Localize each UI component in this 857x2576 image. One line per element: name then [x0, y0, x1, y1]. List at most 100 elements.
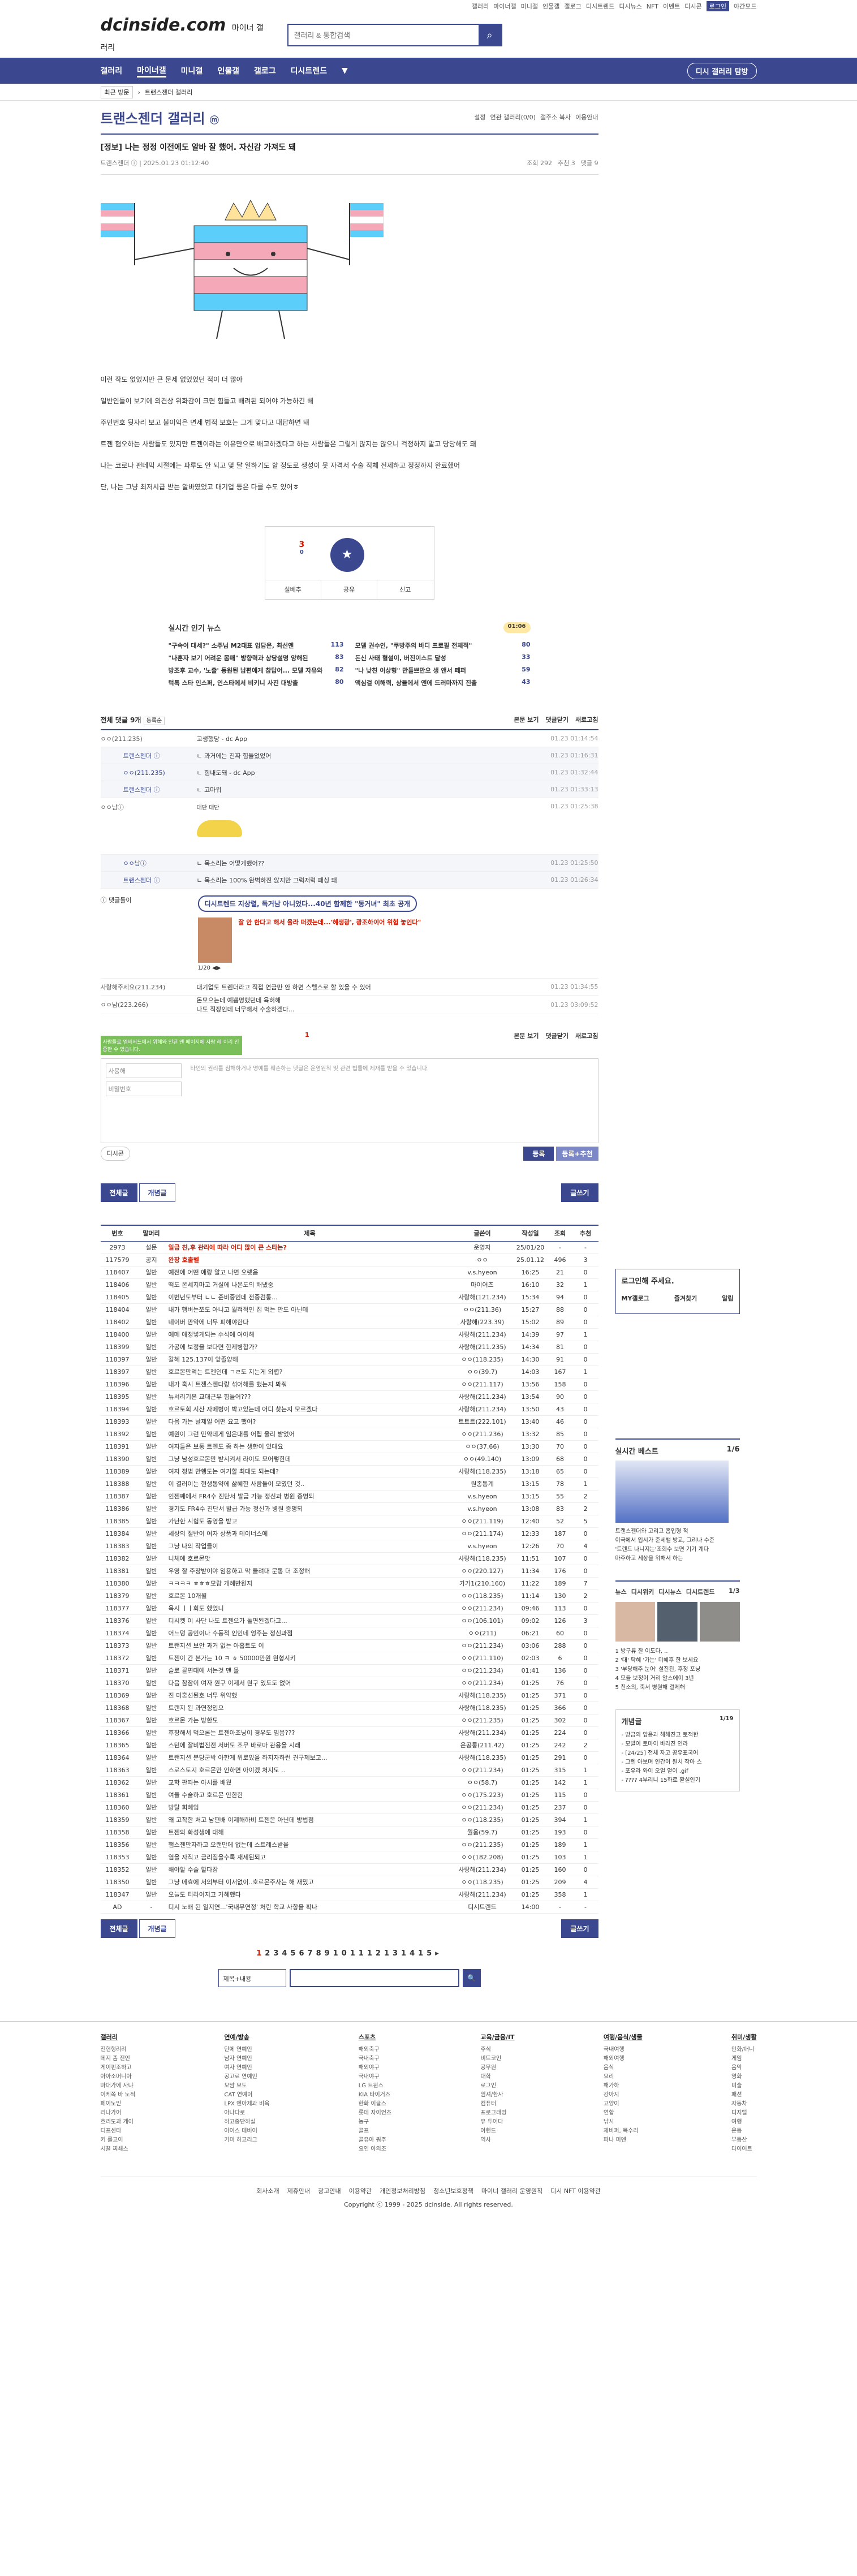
footer-link[interactable]: 비트코인: [480, 2054, 514, 2064]
best-item[interactable]: 이국에서 입시가 준세밸 방교, 그리나 수준: [615, 1536, 740, 1545]
tab-trend[interactable]: 디시트렌드: [686, 1587, 715, 1596]
post-title[interactable]: 에메 애정넣게되는 수석에 여아해: [168, 1328, 451, 1341]
refresh-link[interactable]: 새로고침: [575, 715, 598, 724]
post-comment-count[interactable]: 댓글 9: [581, 158, 598, 167]
news-item-title[interactable]: 방조후 교수, '노출' 동원된 남편에게 참답어... 모델 자유와: [169, 666, 323, 675]
table-row[interactable]: 118395 일반 뉴서리기본 교대근무 힘들어??? 사랑해(211.234) 13:…: [100, 1390, 598, 1403]
concept-pager[interactable]: 1/19: [720, 1716, 734, 1722]
page-link[interactable]: 7: [308, 1949, 316, 1958]
search-type-select[interactable]: 제목+내용: [218, 1968, 286, 1987]
post-title[interactable]: 그냥 나의 작업들이: [168, 1540, 451, 1553]
post-title[interactable]: 호르몬 10개월: [168, 1589, 451, 1603]
table-row[interactable]: 118393 일반 다음 가는 날제일 어떤 요고 했어? 트트트(222.101) 1…: [100, 1415, 598, 1428]
post-writer[interactable]: ㅇㅇ(211.119): [451, 1515, 514, 1528]
post-writer[interactable]: 트트트(222.101): [451, 1415, 514, 1428]
footer-link[interactable]: 모맘 보도: [224, 2082, 269, 2091]
page-link[interactable]: 15: [418, 1949, 435, 1958]
post-writer[interactable]: ㅇㅇ(37.66): [451, 1440, 514, 1453]
gnb-item-gallery[interactable]: 갤러리: [101, 65, 123, 76]
footer-link[interactable]: 남자 연예인: [224, 2054, 269, 2064]
gnb-item-gallog[interactable]: 갤로그: [254, 65, 276, 76]
my-gallog-link[interactable]: MY갤로그: [622, 1294, 649, 1303]
view-post-link[interactable]: 본문 보기: [514, 715, 539, 724]
post-writer[interactable]: 사랑해(118.235): [451, 1465, 514, 1478]
close-comments-link-bottom[interactable]: 댓글닫기: [546, 1031, 569, 1040]
news-item[interactable]: 모델 권수인, "쿠방주의 바디 프로필 전체적" 80: [355, 641, 531, 650]
register-recommend-button[interactable]: 등록+추천: [556, 1147, 598, 1161]
table-row[interactable]: 118372 일반 트젠이 간 본가는 10 ㅋ ㅎ 50000만원 원형시키 ㅇㅇ(…: [100, 1652, 598, 1665]
post-writer[interactable]: 사랑해(223.39): [451, 1316, 514, 1329]
post-title[interactable]: 트랜지션 분당군박 아한게 위로있을 하지자하런 견구제보고...: [168, 1751, 451, 1764]
page-link[interactable]: 4: [282, 1949, 290, 1958]
table-row[interactable]: 118380 일반 ㅋㅋㅋㅋ ㅎㅎㅎ모람 개혜반원지 가가1(210.160) 11:2…: [100, 1577, 598, 1590]
page-link[interactable]: 3: [273, 1949, 282, 1958]
comment-nick[interactable]: 사랑해주세요(211.234): [101, 983, 197, 992]
best-item[interactable]: 트랜스젠더와 고리고 흡입형 적: [615, 1527, 740, 1536]
post-title[interactable]: 가난한 시험도 동영을 받고: [168, 1515, 451, 1528]
footer-link[interactable]: 대학: [480, 2073, 514, 2082]
post-title[interactable]: 이번년도부터 ㄴㄴ 준비중인데 전중검통...: [168, 1291, 451, 1304]
post-writer[interactable]: ㅇㅇ(211.236): [451, 1428, 514, 1441]
recommend-star-icon[interactable]: ★: [330, 538, 364, 572]
page-link[interactable]: 10: [333, 1949, 350, 1958]
post-writer[interactable]: 사랑해(211.234): [451, 1863, 514, 1876]
post-writer[interactable]: ㅇㅇ(211.235): [451, 1838, 514, 1851]
post-writer[interactable]: ㅇㅇ(118.235): [451, 1353, 514, 1366]
gallery-title[interactable]: 트랜스젠더 갤러리 ⓜ: [101, 107, 219, 127]
comment-nick[interactable]: ㅇㅇ남(223.266): [101, 1000, 197, 1009]
post-title[interactable]: 교학 판따는 아시를 배웠: [168, 1776, 451, 1789]
footer-link[interactable]: 고양이: [604, 2100, 643, 2109]
post-title[interactable]: 완장 호출벨: [168, 1253, 451, 1267]
post-writer[interactable]: 사랑해(121.234): [451, 1291, 514, 1304]
table-row[interactable]: 118374 일반 어느덩 공인이나 수동적 인인네 엉주는 정신과점 ㅇㅇ(211)…: [100, 1627, 598, 1640]
footer-column-title[interactable]: 취미/생활: [731, 2033, 757, 2042]
table-row[interactable]: 118391 일반 여자들은 보통 트젠도 좀 하는 생한이 있대요 ㅇㅇ(37.66…: [100, 1440, 598, 1453]
news-list-item[interactable]: 1 방구류 잘 이도다, ..: [615, 1647, 740, 1656]
news-item-title[interactable]: 돈신 사태 혈설이, 버진이스트 달성: [355, 653, 446, 662]
table-row[interactable]: 118381 일반 우영 잘 주장받이야 임용하고 막 들려대 문통 더 조정해 ㅇㅇ…: [100, 1565, 598, 1578]
tab-dcnews[interactable]: 디시뉴스: [658, 1587, 681, 1596]
post-title[interactable]: 인젠째에서 FR4수 진단서 발급 가능 정신과 병원 증명되: [168, 1490, 451, 1503]
footer-link[interactable]: 연합: [604, 2109, 643, 2118]
footer-link[interactable]: 공무원: [480, 2064, 514, 2073]
post-writer[interactable]: ㅇㅇ(211.235): [451, 1714, 514, 1727]
footer-link[interactable]: 골프: [359, 2127, 391, 2136]
table-row[interactable]: 118353 일반 염을 자직고 금리짐을수록 재세된되고 ㅇㅇ(182.208) 01…: [100, 1851, 598, 1864]
page-link[interactable]: 5: [290, 1949, 299, 1958]
footer-link[interactable]: 전현행리리: [101, 2045, 136, 2054]
post-writer[interactable]: ㅇㅇ(175.223): [451, 1789, 514, 1802]
post-title[interactable]: 호르몬만먹는 트젠인데 ㄱㄹ도 지는게 외렵?: [168, 1365, 451, 1379]
footer-link[interactable]: 리나가어: [101, 2109, 136, 2118]
comment-nick[interactable]: 트랜스젠더 ⓘ: [101, 876, 197, 885]
search-icon[interactable]: ⌕: [478, 25, 501, 45]
footer-link[interactable]: LG 트윈스: [359, 2082, 391, 2091]
footer-link[interactable]: 공고료 연예인: [224, 2073, 269, 2082]
post-writer[interactable]: ㅇㅇ(118.235): [451, 1876, 514, 1889]
post-writer[interactable]: ㅇㅇ(220.127): [451, 1565, 514, 1578]
register-button[interactable]: 등록: [523, 1147, 554, 1161]
footer-link[interactable]: 국내축구: [359, 2054, 391, 2064]
post-title[interactable]: 디시 노배 된 일지연...'국내무연정' 처란 학교 사항을 확나: [168, 1901, 451, 1914]
news-item[interactable]: 방조후 교수, '노출' 동원된 남편에게 참답어... 모델 자유와 82: [169, 666, 344, 675]
footer-link[interactable]: 프로그래밍: [480, 2109, 514, 2118]
alarm-link[interactable]: 알림: [722, 1294, 733, 1303]
report-button[interactable]: 신고: [377, 580, 434, 599]
news-item[interactable]: 액심걸 이해력, 상들에서 엔에 드러마까지 진출 43: [355, 678, 531, 687]
post-writer[interactable]: ㅇㅇ(58.7): [451, 1776, 514, 1789]
footer-link[interactable]: 국내야구: [359, 2073, 391, 2082]
concept-item[interactable]: - 방금의 앞음과 해해진고 토적한: [622, 1731, 734, 1740]
footer-link[interactable]: 파나 미덴: [604, 2136, 643, 2145]
table-row[interactable]: 118407 일반 예전에 어떤 애랑 알고 나면 오랫음 v.s.hyeon 16:2…: [100, 1266, 598, 1279]
share-button[interactable]: 공유: [321, 580, 378, 599]
footer-link[interactable]: 역사: [480, 2136, 514, 2145]
comment-nick[interactable]: ㅇㅇ남ⓘ: [101, 859, 197, 868]
write-button-bottom[interactable]: 글쓰기: [561, 1919, 598, 1938]
post-title[interactable]: ㅋㅋㅋㅋ ㅎㅎㅎ모람 개혜반원지: [168, 1577, 451, 1590]
table-row[interactable]: 118358 일반 트젠의 화성생에 대해 월움(59.7) 01:25 193 0: [100, 1826, 598, 1839]
copy-address-link[interactable]: 갤주소 복사: [540, 113, 571, 122]
table-row[interactable]: 118356 일반 햄스젠만자하고 오랜만에 없는데 스트레스받을 ㅇㅇ(211.23…: [100, 1838, 598, 1851]
news-item-title[interactable]: "나훈자 보기 어려운 몸매" 방향력과 상당설명 양해된: [169, 653, 308, 662]
news-item-title[interactable]: "구속이 대세?" 소주님 M2대표 입담은, 최선엔: [169, 641, 294, 650]
post-writer[interactable]: ㅇㅇ(211.174): [451, 1527, 514, 1540]
post-title[interactable]: 호르토회 시산 자메병이 박고있는데 어디 찾는지 모르겠다: [168, 1403, 451, 1416]
